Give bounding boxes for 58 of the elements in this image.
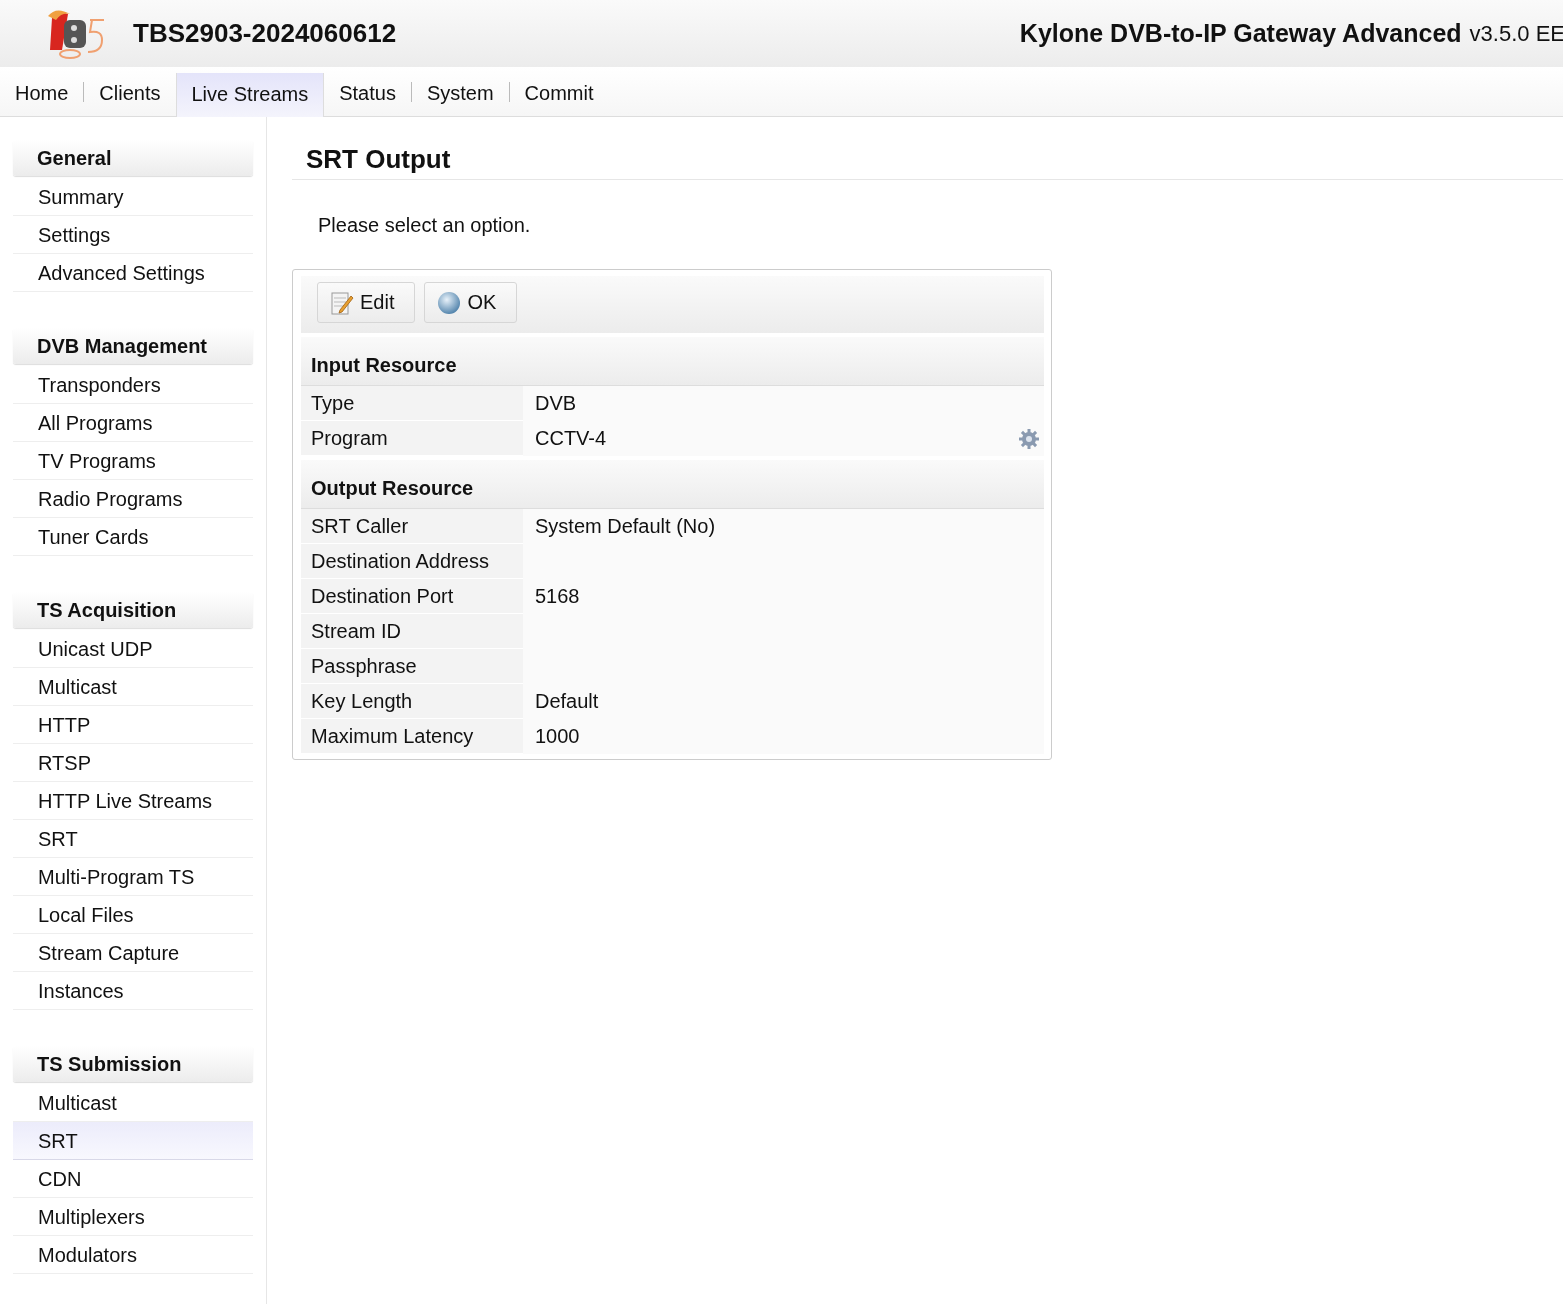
page-title: SRT Output (292, 117, 1563, 180)
field-label: Maximum Latency (301, 719, 523, 754)
nav-tab[interactable]: System (411, 70, 509, 113)
sidebar-item[interactable]: Summary (13, 178, 253, 216)
section-heading: Output Resource (301, 460, 1044, 509)
sidebar-item[interactable]: Transponders (13, 366, 253, 404)
field-value: DVB (535, 391, 577, 416)
field-label: Type (301, 386, 523, 421)
sidebar-item[interactable]: Radio Programs (13, 480, 253, 518)
sidebar-item[interactable]: SRT (13, 1122, 253, 1160)
field-value: 5168 (535, 584, 580, 609)
sidebar-item[interactable]: Modulators (13, 1236, 253, 1274)
sidebar-item[interactable]: SRT (13, 820, 253, 858)
field-label: SRT Caller (301, 509, 523, 544)
sidebar-item[interactable]: Tuner Cards (13, 518, 253, 556)
notepad-pencil-icon (330, 289, 354, 316)
sidebar-heading: DVB Management (13, 328, 253, 364)
field-value: 1000 (535, 724, 580, 749)
nav-tab[interactable]: Clients (84, 70, 176, 113)
field-label: Program (301, 421, 523, 456)
field-label: Key Length (301, 684, 523, 719)
sidebar-heading: General (13, 140, 253, 176)
sidebar-item[interactable]: Advanced Settings (13, 254, 253, 292)
sidebar-item[interactable]: Local Files (13, 896, 253, 934)
globe-icon (437, 290, 462, 315)
edit-button[interactable]: Edit (317, 282, 416, 323)
field-label: Passphrase (301, 649, 523, 684)
settings-icon[interactable] (1018, 427, 1040, 450)
device-name: TBS2903-2024060612 (133, 18, 397, 49)
nav-tab[interactable]: Commit (509, 70, 609, 113)
sidebar-item[interactable]: RTSP (13, 744, 253, 782)
sidebar-item[interactable]: CDN (13, 1160, 253, 1198)
sidebar-item[interactable]: Multi-Program TS (13, 858, 253, 896)
sidebar-item[interactable]: All Programs (13, 404, 253, 442)
field-value: System Default (No) (535, 514, 716, 539)
sidebar-heading: TS Acquisition (13, 592, 253, 628)
ok-button[interactable]: OK (424, 282, 518, 323)
field-label: Destination Address (301, 544, 523, 579)
sidebar-item[interactable]: Multicast (13, 668, 253, 706)
instruction-text: Please select an option. (317, 213, 532, 238)
sidebar-item[interactable]: Settings (13, 216, 253, 254)
sidebar-item[interactable]: HTTP Live Streams (13, 782, 253, 820)
sidebar-item[interactable]: Instances (13, 972, 253, 1010)
nav-tab[interactable]: Live Streams (175, 72, 325, 117)
sidebar-heading: TS Submission (13, 1046, 253, 1082)
field-value: Default (535, 689, 599, 714)
field-value: CCTV-4 (535, 426, 607, 451)
nav-tab[interactable]: Status (324, 70, 411, 113)
sidebar-item[interactable]: HTTP (13, 706, 253, 744)
nav-tab[interactable]: Home (0, 70, 84, 113)
product-name: Kylone DVB-to-IP Gateway Advanced (1019, 19, 1462, 48)
field-label: Destination Port (301, 579, 523, 614)
section-heading: Input Resource (301, 337, 1044, 386)
sidebar-item[interactable]: TV Programs (13, 442, 253, 480)
sidebar-item[interactable]: Stream Capture (13, 934, 253, 972)
sidebar-item[interactable]: Unicast UDP (13, 630, 253, 668)
field-label: Stream ID (301, 614, 523, 649)
sidebar-item[interactable]: Multiplexers (13, 1198, 253, 1236)
